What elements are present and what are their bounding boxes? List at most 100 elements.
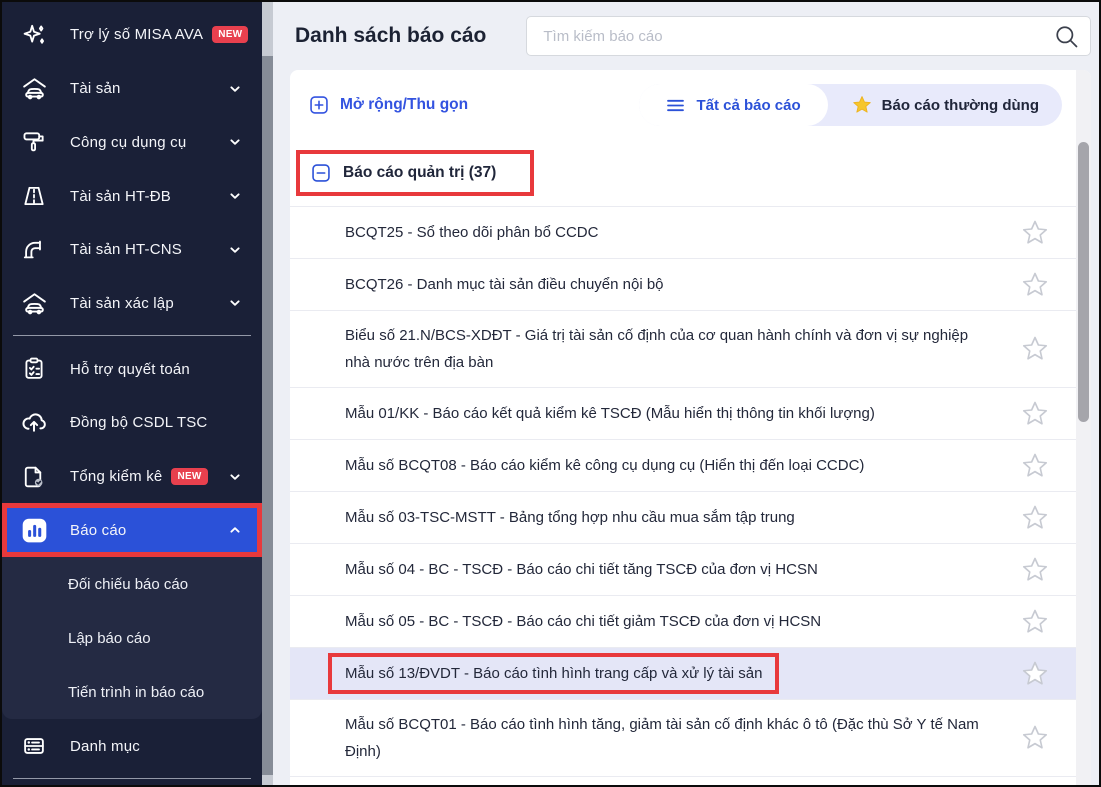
sidebar-scrollbar-thumb[interactable] bbox=[262, 56, 273, 775]
sidebar: Trợ lý số MISA AVA NEW Tài sản bbox=[2, 2, 262, 785]
report-name: Mẫu số BCQT01 - Báo cáo tình hình tăng, … bbox=[345, 711, 981, 765]
document-check-icon bbox=[18, 464, 50, 490]
sidebar-item-label: Đồng bộ CSDL TSC bbox=[70, 414, 207, 431]
bar-chart-icon bbox=[18, 517, 50, 544]
sidebar-item-cong-cu-dung-cu[interactable]: Công cụ dụng cụ bbox=[2, 115, 262, 169]
search-box[interactable] bbox=[526, 16, 1091, 56]
chevron-down-icon bbox=[224, 466, 246, 488]
star-outline-icon[interactable] bbox=[1020, 503, 1050, 533]
sidebar-divider bbox=[13, 778, 251, 779]
road-icon bbox=[18, 183, 50, 209]
sidebar-item-label: Tài sản xác lập bbox=[70, 295, 174, 312]
report-name: BCQT25 - Sổ theo dõi phân bổ CCDC bbox=[345, 224, 598, 241]
sidebar-item-tong-kiem-ke[interactable]: Tổng kiểm kê NEW bbox=[2, 450, 262, 504]
report-name: Mẫu số 04 - BC - TSCĐ - Báo cáo chi tiết… bbox=[345, 561, 818, 578]
star-outline-icon[interactable] bbox=[1020, 607, 1050, 637]
chevron-down-icon bbox=[224, 292, 246, 314]
report-row-selected[interactable]: Mẫu số 13/ĐVDT - Báo cáo tình hình trang… bbox=[290, 647, 1076, 699]
chevron-up-icon bbox=[224, 519, 246, 541]
star-outline-icon[interactable] bbox=[1020, 270, 1050, 300]
paint-roller-icon bbox=[18, 129, 50, 155]
sidebar-item-label: Hỗ trợ quyết toán bbox=[70, 361, 190, 378]
app-window: Trợ lý số MISA AVA NEW Tài sản bbox=[0, 0, 1101, 787]
star-outline-icon[interactable] bbox=[1020, 659, 1050, 689]
sidebar-item-label: Công cụ dụng cụ bbox=[70, 134, 186, 151]
report-name: Mẫu 01/KK - Báo cáo kết quả kiểm kê TSCĐ… bbox=[345, 405, 875, 422]
sidebar-item-label: Tổng kiểm kê bbox=[70, 468, 162, 485]
sidebar-item-tai-san-ht-db[interactable]: Tài sản HT-ĐB bbox=[2, 169, 262, 223]
report-name: Biểu số 21.N/BCS-XDĐT - Giá trị tài sản … bbox=[345, 322, 981, 376]
report-row[interactable]: Mẫu số 05 - BC - TSCĐ - Báo cáo chi tiết… bbox=[290, 595, 1076, 647]
report-filter-toggle: Tất cả báo cáo Báo cáo thường dùng bbox=[639, 84, 1062, 126]
report-group-row: Báo cáo quản trị (37) bbox=[290, 140, 1076, 206]
star-outline-icon[interactable] bbox=[1020, 723, 1050, 753]
sidebar-item-danh-muc[interactable]: Danh mục bbox=[2, 719, 262, 773]
clipboard-check-icon bbox=[18, 356, 50, 382]
search-input[interactable] bbox=[541, 27, 1052, 46]
report-list-card: Mở rộng/Thu gọn Tất cả báo cáo bbox=[290, 70, 1091, 785]
tab-favorite-reports[interactable]: Báo cáo thường dùng bbox=[828, 94, 1062, 116]
sparkle-icon bbox=[18, 22, 50, 48]
hamburger-icon bbox=[666, 98, 685, 113]
sidebar-item-tai-san-ht-cns[interactable]: Tài sản HT-CNS bbox=[2, 223, 262, 277]
star-outline-icon[interactable] bbox=[1020, 399, 1050, 429]
garage-car-icon bbox=[18, 290, 50, 317]
report-list-scrollbar-thumb[interactable] bbox=[1078, 142, 1089, 422]
chevron-down-icon bbox=[224, 185, 246, 207]
report-row[interactable]: Mẫu số 04 - BC - TSCĐ - Báo cáo chi tiết… bbox=[290, 543, 1076, 595]
main-panel: Danh sách báo cáo bbox=[273, 2, 1099, 785]
sidebar-item-ho-tro-quyet-toan[interactable]: Hỗ trợ quyết toán bbox=[2, 342, 262, 396]
expand-collapse-link[interactable]: Mở rộng/Thu gọn bbox=[310, 96, 468, 114]
star-outline-icon[interactable] bbox=[1020, 555, 1050, 585]
report-row[interactable]: Mẫu số BCQT08 - Báo cáo kiểm kê công cụ … bbox=[290, 439, 1076, 491]
cloud-upload-icon bbox=[18, 409, 50, 437]
sidebar-item-bao-cao[interactable]: Báo cáo bbox=[2, 503, 262, 557]
sidebar-item-tai-san-xac-lap[interactable]: Tài sản xác lập bbox=[2, 277, 262, 331]
sidebar-item-label: Trợ lý số MISA AVA bbox=[70, 26, 203, 43]
star-filled-icon bbox=[851, 94, 873, 116]
report-row[interactable]: Mẫu số BCQT01 - Báo cáo tình hình tăng, … bbox=[290, 699, 1076, 777]
report-row[interactable]: Mẫu 01/KK - Báo cáo kết quả kiểm kê TSCĐ… bbox=[290, 387, 1076, 439]
sidebar-item-label: Tài sản HT-ĐB bbox=[70, 188, 171, 205]
report-name: Mẫu số 03-TSC-MSTT - Bảng tổng hợp nhu c… bbox=[345, 509, 795, 526]
report-row[interactable]: BCQT26 - Danh mục tài sản điều chuyển nộ… bbox=[290, 258, 1076, 310]
star-outline-icon[interactable] bbox=[1020, 451, 1050, 481]
garage-car-icon bbox=[18, 75, 50, 102]
report-name: Mẫu số 05 - BC - TSCĐ - Báo cáo chi tiết… bbox=[345, 613, 821, 630]
report-row[interactable]: Mẫu số 03-TSC-MSTT - Bảng tổng hợp nhu c… bbox=[290, 491, 1076, 543]
sidebar-item-label: Báo cáo bbox=[70, 522, 126, 539]
submenu-item-doi-chieu-bao-cao[interactable]: Đối chiếu báo cáo bbox=[2, 557, 262, 611]
new-badge: NEW bbox=[212, 26, 248, 43]
expand-collapse-label: Mở rộng/Thu gọn bbox=[340, 96, 468, 114]
star-outline-icon[interactable] bbox=[1020, 334, 1050, 364]
sidebar-item-label: Tài sản HT-CNS bbox=[70, 241, 182, 258]
chevron-down-icon bbox=[224, 239, 246, 261]
report-row[interactable]: BCQT25 - Sổ theo dõi phân bổ CCDC bbox=[290, 206, 1076, 258]
report-name: BCQT26 - Danh mục tài sản điều chuyển nộ… bbox=[345, 276, 664, 293]
main-header: Danh sách báo cáo bbox=[273, 2, 1099, 70]
sidebar-item-label: Danh mục bbox=[70, 738, 140, 755]
report-row[interactable]: Biểu số 21.N/BCS-XDĐT - Giá trị tài sản … bbox=[290, 310, 1076, 387]
minus-square-icon[interactable] bbox=[312, 164, 330, 182]
search-icon[interactable] bbox=[1052, 22, 1080, 50]
new-badge: NEW bbox=[171, 468, 207, 485]
submenu-item-lap-bao-cao[interactable]: Lập báo cáo bbox=[2, 611, 262, 665]
report-name: Mẫu số BCQT08 - Báo cáo kiểm kê công cụ … bbox=[345, 457, 864, 474]
sidebar-item-misa-ava[interactable]: Trợ lý số MISA AVA NEW bbox=[2, 8, 262, 62]
sidebar-item-dong-bo-csdl-tsc[interactable]: Đồng bộ CSDL TSC bbox=[2, 396, 262, 450]
bao-cao-submenu: Đối chiếu báo cáo Lập báo cáo Tiến trình… bbox=[2, 557, 262, 719]
tab-all-reports-label: Tất cả báo cáo bbox=[696, 97, 800, 114]
report-toolbar: Mở rộng/Thu gọn Tất cả báo cáo bbox=[290, 70, 1076, 140]
sidebar-item-label: Tài sản bbox=[70, 80, 121, 97]
tab-all-reports[interactable]: Tất cả báo cáo bbox=[639, 84, 827, 126]
star-outline-icon[interactable] bbox=[1020, 218, 1050, 248]
report-group-header[interactable]: Báo cáo quản trị (37) bbox=[296, 150, 534, 196]
report-list-scrollbar-track[interactable] bbox=[1076, 70, 1091, 785]
report-group-title: Báo cáo quản trị (37) bbox=[343, 164, 496, 182]
sidebar-item-tai-san[interactable]: Tài sản bbox=[2, 62, 262, 116]
sidebar-scrollbar-track[interactable] bbox=[262, 2, 273, 785]
chevron-down-icon bbox=[224, 78, 246, 100]
tab-favorite-reports-label: Báo cáo thường dùng bbox=[882, 97, 1039, 114]
list-icon bbox=[18, 733, 50, 759]
submenu-item-tien-trinh-in-bao-cao[interactable]: Tiến trình in báo cáo bbox=[2, 665, 262, 719]
